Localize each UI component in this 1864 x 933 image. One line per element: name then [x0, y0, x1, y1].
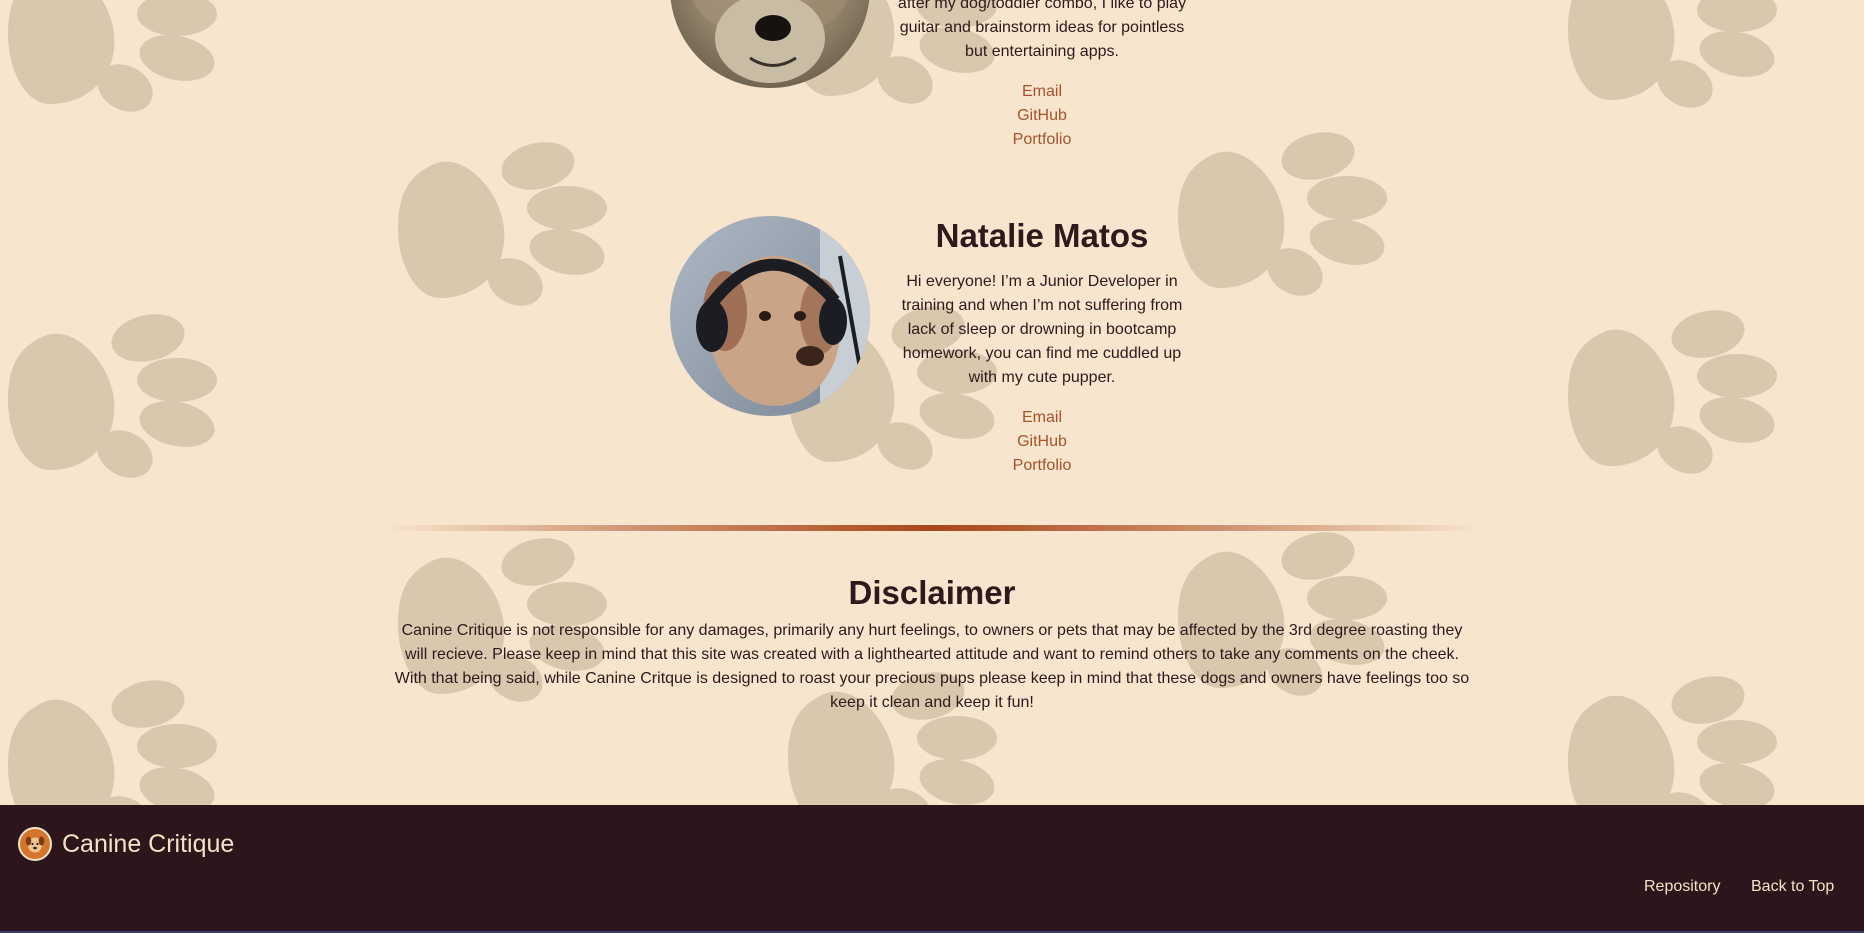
member-links: Email GitHub Portfolio: [890, 80, 1194, 152]
back-to-top-link[interactable]: Back to Top: [1751, 875, 1834, 899]
site-footer: Canine Critique: [0, 805, 1864, 933]
repository-link[interactable]: Repository: [1644, 875, 1720, 899]
brand-name: Canine Critique: [62, 830, 235, 858]
email-link[interactable]: Email: [890, 80, 1194, 104]
member-info: dog enthusiast! When I'm not cleaning up…: [890, 0, 1194, 152]
member-bio: dog enthusiast! When I'm not cleaning up…: [897, 0, 1187, 60]
member-bio: Hi everyone! I’m a Junior Developer in t…: [901, 273, 1183, 386]
disclaimer-text: Canine Critique is not responsible for a…: [394, 622, 1470, 711]
disclaimer-heading: Disclaimer: [848, 574, 1016, 611]
member-photo: [670, 0, 870, 88]
member-links: Email GitHub Portfolio: [890, 406, 1194, 478]
dog-with-headphones-photo: [670, 216, 870, 416]
team-member-card: Natalie Matos Hi everyone! I’m a Junior …: [670, 216, 1190, 486]
portfolio-link[interactable]: Portfolio: [890, 128, 1194, 152]
github-link[interactable]: GitHub: [890, 430, 1194, 454]
dog-face-icon: [18, 827, 52, 861]
portfolio-link[interactable]: Portfolio: [890, 454, 1194, 478]
email-link[interactable]: Email: [890, 406, 1194, 430]
terrier-dog-photo: [670, 0, 870, 88]
brand-link[interactable]: Canine Critique: [18, 827, 234, 861]
team-member-card: dog enthusiast! When I'm not cleaning up…: [670, 0, 1190, 170]
section-divider: [385, 525, 1480, 531]
member-name: Natalie Matos: [935, 217, 1149, 254]
member-photo: [670, 216, 870, 416]
github-link[interactable]: GitHub: [890, 104, 1194, 128]
member-info: Natalie Matos Hi everyone! I’m a Junior …: [890, 216, 1194, 478]
page-content: dog enthusiast! When I'm not cleaning up…: [0, 0, 1864, 805]
